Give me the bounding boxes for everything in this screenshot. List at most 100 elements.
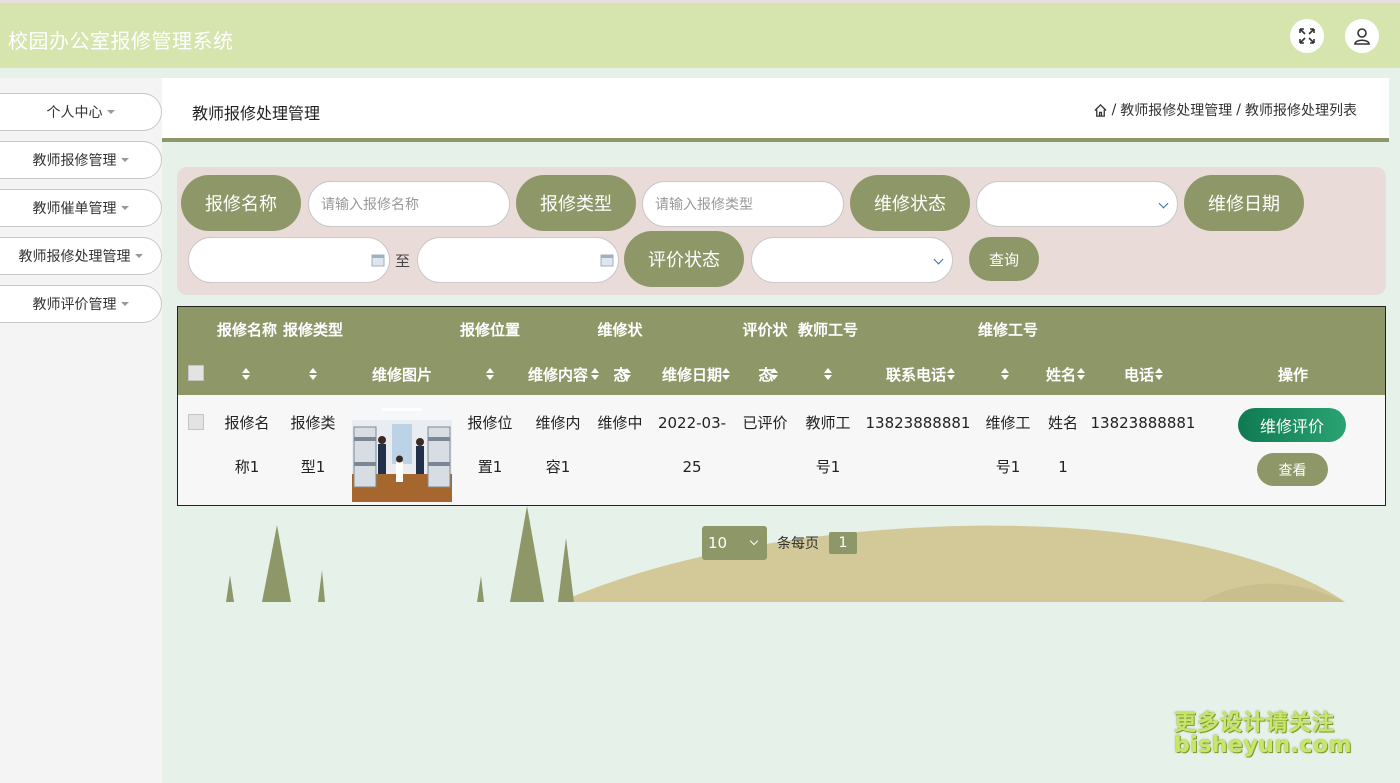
sidebar-item-urge-management[interactable]: 教师催单管理 [0,189,162,227]
th-status-line2[interactable]: 态 [601,364,641,386]
th-worker-id[interactable]: 维修工号 [973,319,1043,341]
cell-location: 置1 [477,458,503,476]
th-eval-line1[interactable]: 评价状 [736,319,794,341]
view-button[interactable]: 查看 [1257,453,1328,486]
cell-teacher-id: 教师工 [805,414,851,432]
breadcrumb: / 教师报修处理管理 / 教师报修处理列表 [1093,100,1357,120]
th-eval-line2[interactable]: 态 [746,364,786,386]
cell-worker-name: 1 [1058,458,1068,476]
chevron-down-icon [1158,198,1169,209]
caret-down-icon [120,302,129,306]
sort-icon[interactable] [721,367,731,381]
page-number-current[interactable]: 1 [829,532,857,554]
sort-icon[interactable] [590,367,600,381]
cell-repair-type: 报修类 [290,414,336,432]
repair-name-label: 报修名称 [181,175,301,231]
table-header: 报修名称 报修类型 维修图片 报修位置 维修内容 维修状 态 维修日期 评价状 … [178,307,1385,395]
user-icon [1354,28,1370,45]
repair-type-label: 报修类型 [516,175,636,231]
per-page-label: 条每页 [777,536,819,552]
breadcrumb-separator: / [1236,102,1241,118]
page-size-select[interactable]: 10 [702,526,767,560]
th-teacher-id[interactable]: 教师工号 [793,319,863,341]
date-end-input[interactable] [417,237,619,283]
data-table: 报修名称 报修类型 维修图片 报修位置 维修内容 维修状 态 维修日期 评价状 … [177,306,1386,506]
calendar-icon [600,254,614,267]
watermark-line2: bisheyun.com [1174,733,1353,758]
repair-name-input[interactable]: 请输入报修名称 [308,181,510,227]
th-status-line1[interactable]: 维修状 [591,319,649,341]
cell-date: 25 [682,458,702,476]
repair-date-label: 维修日期 [1184,175,1304,231]
background-scenery [226,506,1345,602]
repair-status-label: 维修状态 [850,175,970,231]
row-checkbox[interactable] [188,414,204,430]
date-start-input[interactable] [188,237,390,283]
breadcrumb-item-current: 教师报修处理列表 [1245,103,1357,119]
chevron-down-icon [749,536,759,546]
date-range-separator: 至 [395,252,411,270]
sort-icon[interactable] [622,367,632,381]
page-title: 教师报修处理管理 [192,104,321,123]
th-repair-type[interactable]: 报修类型 [278,319,348,341]
repair-evaluation-button[interactable]: 维修评价 [1238,408,1346,442]
breadcrumb-separator: / [1111,102,1117,118]
chevron-down-icon [933,254,944,265]
sidebar-item-personal-center[interactable]: 个人中心 [0,93,162,131]
sidebar-item-label: 教师评价管理 [32,297,117,313]
pagination: 10 条每页 1 [702,526,857,560]
th-location[interactable]: 报修位置 [453,319,527,341]
sort-icon[interactable] [485,367,495,381]
evaluation-status-select[interactable] [751,237,953,283]
cell-repair-name: 报修名 [224,414,270,432]
user-button[interactable] [1345,19,1379,53]
cell-location: 报修位 [467,414,513,432]
calendar-icon [371,254,385,267]
cell-eval-status: 已评价 [742,414,788,432]
cell-content: 维修内 [535,414,581,432]
cell-repair-type: 型1 [300,458,326,476]
cell-teacher-id: 号1 [815,458,841,476]
expand-icon [1299,28,1315,44]
sidebar-item-repair-management[interactable]: 教师报修管理 [0,141,162,179]
page-header: 教师报修处理管理 / 教师报修处理管理 / 教师报修处理列表 [162,78,1389,142]
page-size-value: 10 [708,534,728,552]
th-date[interactable]: 维修日期 [652,364,732,386]
dorm-room-image [352,402,452,502]
cell-date: 2022-03- [657,414,727,432]
sidebar-item-label: 教师报修处理管理 [18,249,131,265]
breadcrumb-item[interactable]: 教师报修处理管理 [1120,100,1232,120]
fullscreen-button[interactable] [1290,19,1324,53]
th-repair-name[interactable]: 报修名称 [212,319,282,341]
sort-icon[interactable] [823,367,833,381]
app-title: 校园办公室报修管理系统 [8,29,234,53]
cell-phone: 13823888881 [865,414,971,432]
cell-worker-id: 号1 [995,458,1021,476]
sort-icon[interactable] [241,367,251,381]
sort-icon[interactable] [308,367,318,381]
repair-status-select[interactable] [976,181,1178,227]
sidebar-item-evaluation[interactable]: 教师评价管理 [0,285,162,323]
cell-status: 维修中 [597,414,643,432]
sidebar-item-label: 个人中心 [46,105,103,121]
cell-content: 容1 [545,458,571,476]
home-icon[interactable] [1093,103,1108,118]
select-all-checkbox[interactable] [188,365,204,381]
repair-type-input[interactable]: 请输入报修类型 [642,181,844,227]
sidebar-item-label: 教师催单管理 [32,201,117,217]
th-content[interactable]: 维修内容 [523,364,593,386]
repair-image-thumbnail[interactable] [352,402,452,502]
query-button[interactable]: 查询 [969,237,1039,281]
sidebar-item-repair-processing[interactable]: 教师报修处理管理 [0,237,162,275]
sort-icon[interactable] [1154,367,1164,381]
th-repair-image: 维修图片 [371,366,432,384]
sidebar: 个人中心 教师报修管理 教师催单管理 教师报修处理管理 教师评价管理 [0,78,162,783]
sort-icon[interactable] [946,367,956,381]
cell-worker-phone: 13823888881 [1090,414,1196,432]
sort-icon[interactable] [1076,367,1086,381]
sort-icon[interactable] [1000,367,1010,381]
sidebar-item-label: 教师报修管理 [32,153,117,169]
caret-down-icon [120,158,129,162]
cell-worker-id: 维修工 [985,414,1031,432]
sort-icon[interactable] [769,367,779,381]
